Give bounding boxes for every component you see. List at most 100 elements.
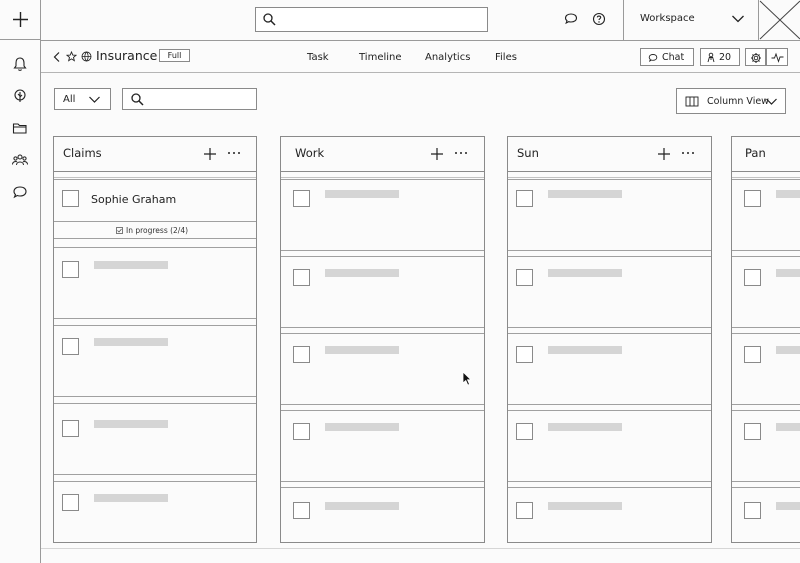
tab-timeline[interactable]: Timeline — [359, 52, 402, 63]
card-checkbox[interactable] — [293, 190, 310, 207]
card-title-placeholder — [776, 269, 800, 277]
comment-icon[interactable] — [11, 183, 29, 201]
card-title-placeholder — [548, 269, 622, 277]
avatar[interactable] — [758, 0, 800, 40]
card-title-placeholder — [325, 423, 399, 431]
workspace-dropdown[interactable]: Workspace — [623, 0, 758, 40]
card-checkbox[interactable] — [516, 423, 533, 440]
card-title-placeholder — [548, 423, 622, 431]
task-card-placeholder[interactable] — [732, 256, 800, 328]
more-icon[interactable] — [681, 150, 695, 156]
card-title-placeholder — [548, 190, 622, 198]
global-search-input[interactable] — [255, 7, 488, 32]
card-checkbox[interactable] — [744, 502, 761, 519]
chat-button[interactable]: Chat — [640, 48, 694, 66]
card-title-placeholder — [325, 346, 399, 354]
card-title-placeholder — [94, 494, 168, 502]
checklist-icon — [116, 227, 123, 234]
tree-icon[interactable] — [11, 87, 29, 105]
activity-icon — [771, 52, 784, 63]
bell-icon[interactable] — [11, 55, 29, 73]
task-card-placeholder[interactable] — [508, 410, 711, 482]
card-checkbox[interactable] — [293, 502, 310, 519]
create-new-button[interactable] — [0, 0, 41, 40]
gear-icon — [751, 53, 761, 63]
card-title-placeholder — [94, 261, 168, 269]
task-card-placeholder[interactable] — [54, 403, 256, 475]
card-checkbox[interactable] — [744, 190, 761, 207]
image-placeholder-icon — [759, 0, 800, 40]
messages-icon[interactable] — [563, 11, 579, 27]
card-title-placeholder — [776, 502, 800, 510]
card-checkbox[interactable] — [744, 346, 761, 363]
card-checkbox[interactable] — [744, 269, 761, 286]
chevron-down-icon — [89, 96, 100, 103]
task-card-placeholder[interactable] — [54, 247, 256, 319]
column-title: Claims — [63, 146, 102, 160]
filter-select[interactable]: All — [54, 88, 111, 110]
card-checkbox[interactable] — [62, 190, 79, 207]
task-card-placeholder[interactable] — [281, 410, 484, 482]
task-card-placeholder[interactable] — [281, 487, 484, 542]
tab-files[interactable]: Files — [495, 52, 517, 63]
task-card-placeholder[interactable] — [281, 333, 484, 405]
task-card-placeholder[interactable] — [508, 256, 711, 328]
task-card-placeholder[interactable] — [508, 487, 711, 542]
more-icon[interactable] — [227, 150, 241, 156]
search-icon — [263, 13, 276, 26]
task-card-placeholder[interactable] — [732, 410, 800, 482]
task-card-placeholder[interactable] — [281, 179, 484, 251]
filter-select-value: All — [63, 94, 76, 105]
board-search-input[interactable] — [122, 88, 257, 110]
person-icon — [707, 52, 715, 63]
settings-button[interactable] — [745, 48, 766, 66]
tab-task[interactable]: Task — [307, 52, 329, 63]
team-icon[interactable] — [11, 151, 29, 169]
card-checkbox[interactable] — [293, 423, 310, 440]
card-checkbox[interactable] — [62, 494, 79, 511]
card-title: Sophie Graham — [91, 193, 177, 206]
board-column: Pan — [731, 136, 800, 543]
task-card-placeholder[interactable] — [732, 179, 800, 251]
back-icon[interactable] — [52, 51, 62, 63]
more-icon[interactable] — [454, 150, 468, 156]
card-checkbox[interactable] — [62, 420, 79, 437]
card-checkbox[interactable] — [516, 502, 533, 519]
card-checkbox[interactable] — [62, 338, 79, 355]
card-checkbox[interactable] — [293, 269, 310, 286]
task-card-placeholder[interactable] — [54, 325, 256, 397]
view-selector[interactable]: Column View — [676, 88, 786, 114]
card-checkbox[interactable] — [516, 346, 533, 363]
task-card-placeholder[interactable] — [732, 333, 800, 405]
add-card-icon[interactable] — [203, 147, 217, 161]
card-checkbox[interactable] — [516, 269, 533, 286]
star-icon[interactable] — [66, 51, 77, 62]
task-card-placeholder[interactable] — [54, 481, 256, 542]
members-count: 20 — [719, 52, 732, 63]
chat-icon — [648, 54, 658, 62]
task-card-placeholder[interactable] — [508, 179, 711, 251]
project-title: Insurance — [96, 48, 158, 63]
mouse-cursor-icon — [462, 371, 472, 386]
tab-analytics[interactable]: Analytics — [425, 52, 470, 63]
card-checkbox[interactable] — [744, 423, 761, 440]
access-badge: Full — [159, 49, 190, 62]
board-column: Sun — [507, 136, 712, 543]
help-icon[interactable] — [591, 11, 607, 27]
card-checkbox[interactable] — [62, 261, 79, 278]
plus-icon — [13, 12, 28, 27]
left-rail — [0, 0, 41, 563]
task-card-placeholder[interactable] — [281, 256, 484, 328]
add-card-icon[interactable] — [657, 147, 671, 161]
members-button[interactable]: 20 — [700, 48, 740, 66]
task-card[interactable]: Sophie Graham In progress (2/4) — [54, 179, 256, 239]
task-card-placeholder[interactable] — [732, 487, 800, 542]
card-title-placeholder — [776, 190, 800, 198]
task-card-placeholder[interactable] — [508, 333, 711, 405]
activity-button[interactable] — [766, 48, 788, 66]
add-card-icon[interactable] — [430, 147, 444, 161]
card-checkbox[interactable] — [293, 346, 310, 363]
folder-icon[interactable] — [11, 119, 29, 137]
globe-icon — [81, 51, 92, 62]
card-checkbox[interactable] — [516, 190, 533, 207]
